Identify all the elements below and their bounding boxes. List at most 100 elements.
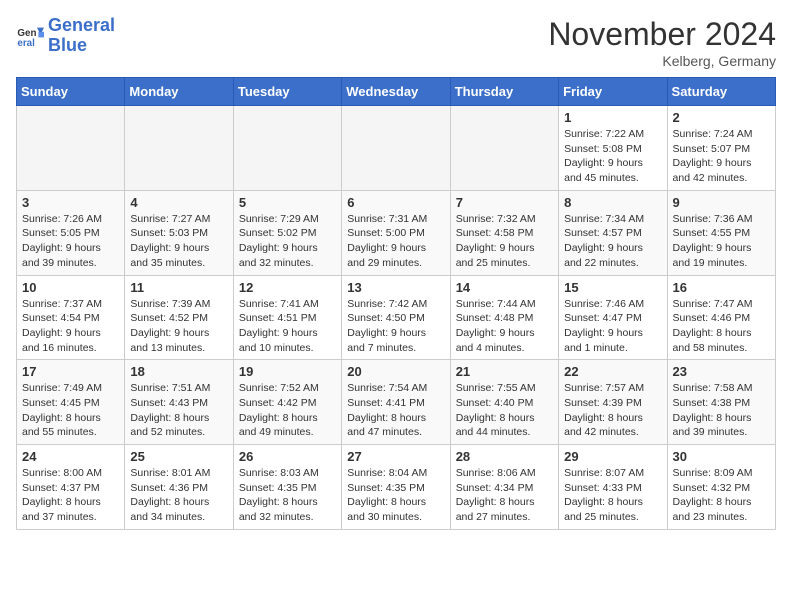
day-number: 2 xyxy=(673,110,770,125)
calendar-cell: 21 Sunrise: 7:55 AM Sunset: 4:40 PM Dayli… xyxy=(450,360,558,445)
day-number: 18 xyxy=(130,364,227,379)
calendar-week-row: 10Sunrise: 7:37 AM Sunset: 4:54 PM Dayli… xyxy=(17,275,776,360)
day-info: Sunrise: 7:42 AM Sunset: 4:50 PM Dayligh… xyxy=(347,297,444,356)
day-info: Sunrise: 7:34 AM Sunset: 4:57 PM Dayligh… xyxy=(564,212,661,271)
day-info: Sunrise: 8:06 AM Sunset: 4:34 PM Dayligh… xyxy=(456,466,553,525)
day-number: 25 xyxy=(130,449,227,464)
day-info: Sunrise: 7:47 AM Sunset: 4:46 PM Dayligh… xyxy=(673,297,770,356)
calendar-cell xyxy=(233,106,341,191)
day-info: Sunrise: 7:46 AM Sunset: 4:47 PM Dayligh… xyxy=(564,297,661,356)
day-number: 13 xyxy=(347,280,444,295)
day-info: Sunrise: 7:36 AM Sunset: 4:55 PM Dayligh… xyxy=(673,212,770,271)
calendar-cell: 24Sunrise: 8:00 AM Sunset: 4:37 PM Dayli… xyxy=(17,445,125,530)
month-title: November 2024 xyxy=(548,16,776,53)
day-number: 9 xyxy=(673,195,770,210)
page-header: Gen eral General Blue November 2024 Kelb… xyxy=(16,16,776,69)
day-number: 15 xyxy=(564,280,661,295)
day-info: Sunrise: 8:09 AM Sunset: 4:32 PM Dayligh… xyxy=(673,466,770,525)
day-info: Sunrise: 7:58 AM Sunset: 4:38 PM Dayligh… xyxy=(673,381,770,440)
calendar-cell: 2 Sunrise: 7:24 AM Sunset: 5:07 PM Daylig… xyxy=(667,106,775,191)
day-number: 11 xyxy=(130,280,227,295)
calendar-cell: 4 Sunrise: 7:27 AM Sunset: 5:03 PM Daylig… xyxy=(125,190,233,275)
day-number: 12 xyxy=(239,280,336,295)
calendar-header-monday: Monday xyxy=(125,78,233,106)
day-info: Sunrise: 7:44 AM Sunset: 4:48 PM Dayligh… xyxy=(456,297,553,356)
day-info: Sunrise: 8:04 AM Sunset: 4:35 PM Dayligh… xyxy=(347,466,444,525)
day-number: 23 xyxy=(673,364,770,379)
calendar-cell: 30 Sunrise: 8:09 AM Sunset: 4:32 PM Dayli… xyxy=(667,445,775,530)
day-number: 7 xyxy=(456,195,553,210)
calendar-cell: 26 Sunrise: 8:03 AM Sunset: 4:35 PM Dayli… xyxy=(233,445,341,530)
day-number: 6 xyxy=(347,195,444,210)
title-block: November 2024 Kelberg, Germany xyxy=(548,16,776,69)
day-info: Sunrise: 7:22 AM Sunset: 5:08 PM Dayligh… xyxy=(564,127,661,186)
logo-icon: Gen eral xyxy=(16,22,44,50)
day-info: Sunrise: 8:00 AM Sunset: 4:37 PM Dayligh… xyxy=(22,466,119,525)
calendar-cell: 28 Sunrise: 8:06 AM Sunset: 4:34 PM Dayli… xyxy=(450,445,558,530)
calendar-cell: 6Sunrise: 7:31 AM Sunset: 5:00 PM Daylig… xyxy=(342,190,450,275)
calendar-header-friday: Friday xyxy=(559,78,667,106)
day-info: Sunrise: 7:39 AM Sunset: 4:52 PM Dayligh… xyxy=(130,297,227,356)
day-info: Sunrise: 7:55 AM Sunset: 4:40 PM Dayligh… xyxy=(456,381,553,440)
day-info: Sunrise: 8:01 AM Sunset: 4:36 PM Dayligh… xyxy=(130,466,227,525)
logo: Gen eral General Blue xyxy=(16,16,115,56)
calendar-cell: 25 Sunrise: 8:01 AM Sunset: 4:36 PM Dayli… xyxy=(125,445,233,530)
day-number: 14 xyxy=(456,280,553,295)
calendar-cell: 15 Sunrise: 7:46 AM Sunset: 4:47 PM Dayli… xyxy=(559,275,667,360)
day-number: 27 xyxy=(347,449,444,464)
day-info: Sunrise: 7:41 AM Sunset: 4:51 PM Dayligh… xyxy=(239,297,336,356)
day-number: 5 xyxy=(239,195,336,210)
day-number: 30 xyxy=(673,449,770,464)
calendar-week-row: 3Sunrise: 7:26 AM Sunset: 5:05 PM Daylig… xyxy=(17,190,776,275)
calendar-cell: 18 Sunrise: 7:51 AM Sunset: 4:43 PM Dayli… xyxy=(125,360,233,445)
calendar-cell: 3Sunrise: 7:26 AM Sunset: 5:05 PM Daylig… xyxy=(17,190,125,275)
location: Kelberg, Germany xyxy=(548,53,776,69)
day-number: 29 xyxy=(564,449,661,464)
calendar-header-thursday: Thursday xyxy=(450,78,558,106)
day-info: Sunrise: 7:26 AM Sunset: 5:05 PM Dayligh… xyxy=(22,212,119,271)
day-number: 1 xyxy=(564,110,661,125)
day-info: Sunrise: 7:54 AM Sunset: 4:41 PM Dayligh… xyxy=(347,381,444,440)
calendar-week-row: 1 Sunrise: 7:22 AM Sunset: 5:08 PM Daylig… xyxy=(17,106,776,191)
day-info: Sunrise: 8:07 AM Sunset: 4:33 PM Dayligh… xyxy=(564,466,661,525)
day-info: Sunrise: 7:52 AM Sunset: 4:42 PM Dayligh… xyxy=(239,381,336,440)
day-number: 28 xyxy=(456,449,553,464)
day-number: 26 xyxy=(239,449,336,464)
logo-line1: General xyxy=(48,15,115,35)
day-info: Sunrise: 7:37 AM Sunset: 4:54 PM Dayligh… xyxy=(22,297,119,356)
day-number: 22 xyxy=(564,364,661,379)
calendar-cell: 29 Sunrise: 8:07 AM Sunset: 4:33 PM Dayli… xyxy=(559,445,667,530)
calendar-cell: 10Sunrise: 7:37 AM Sunset: 4:54 PM Dayli… xyxy=(17,275,125,360)
day-info: Sunrise: 7:27 AM Sunset: 5:03 PM Dayligh… xyxy=(130,212,227,271)
calendar-cell: 9 Sunrise: 7:36 AM Sunset: 4:55 PM Daylig… xyxy=(667,190,775,275)
day-number: 20 xyxy=(347,364,444,379)
day-info: Sunrise: 7:49 AM Sunset: 4:45 PM Dayligh… xyxy=(22,381,119,440)
day-info: Sunrise: 7:57 AM Sunset: 4:39 PM Dayligh… xyxy=(564,381,661,440)
calendar-cell: 19Sunrise: 7:52 AM Sunset: 4:42 PM Dayli… xyxy=(233,360,341,445)
calendar-header-tuesday: Tuesday xyxy=(233,78,341,106)
calendar-cell: 16Sunrise: 7:47 AM Sunset: 4:46 PM Dayli… xyxy=(667,275,775,360)
calendar-week-row: 24Sunrise: 8:00 AM Sunset: 4:37 PM Dayli… xyxy=(17,445,776,530)
calendar-cell xyxy=(342,106,450,191)
calendar-cell: 13 Sunrise: 7:42 AM Sunset: 4:50 PM Dayli… xyxy=(342,275,450,360)
calendar-week-row: 17 Sunrise: 7:49 AM Sunset: 4:45 PM Dayli… xyxy=(17,360,776,445)
day-info: Sunrise: 8:03 AM Sunset: 4:35 PM Dayligh… xyxy=(239,466,336,525)
calendar-cell: 22 Sunrise: 7:57 AM Sunset: 4:39 PM Dayli… xyxy=(559,360,667,445)
calendar-cell: 17 Sunrise: 7:49 AM Sunset: 4:45 PM Dayli… xyxy=(17,360,125,445)
calendar-cell: 7 Sunrise: 7:32 AM Sunset: 4:58 PM Daylig… xyxy=(450,190,558,275)
day-number: 21 xyxy=(456,364,553,379)
day-info: Sunrise: 7:51 AM Sunset: 4:43 PM Dayligh… xyxy=(130,381,227,440)
calendar-cell xyxy=(125,106,233,191)
calendar-header-row: SundayMondayTuesdayWednesdayThursdayFrid… xyxy=(17,78,776,106)
calendar-cell: 23 Sunrise: 7:58 AM Sunset: 4:38 PM Dayli… xyxy=(667,360,775,445)
calendar-cell: 1 Sunrise: 7:22 AM Sunset: 5:08 PM Daylig… xyxy=(559,106,667,191)
day-info: Sunrise: 7:24 AM Sunset: 5:07 PM Dayligh… xyxy=(673,127,770,186)
day-number: 4 xyxy=(130,195,227,210)
calendar-cell: 11 Sunrise: 7:39 AM Sunset: 4:52 PM Dayli… xyxy=(125,275,233,360)
calendar-cell xyxy=(17,106,125,191)
calendar-cell: 5Sunrise: 7:29 AM Sunset: 5:02 PM Daylig… xyxy=(233,190,341,275)
day-number: 17 xyxy=(22,364,119,379)
day-info: Sunrise: 7:32 AM Sunset: 4:58 PM Dayligh… xyxy=(456,212,553,271)
calendar-header-sunday: Sunday xyxy=(17,78,125,106)
logo-line2: Blue xyxy=(48,35,87,55)
